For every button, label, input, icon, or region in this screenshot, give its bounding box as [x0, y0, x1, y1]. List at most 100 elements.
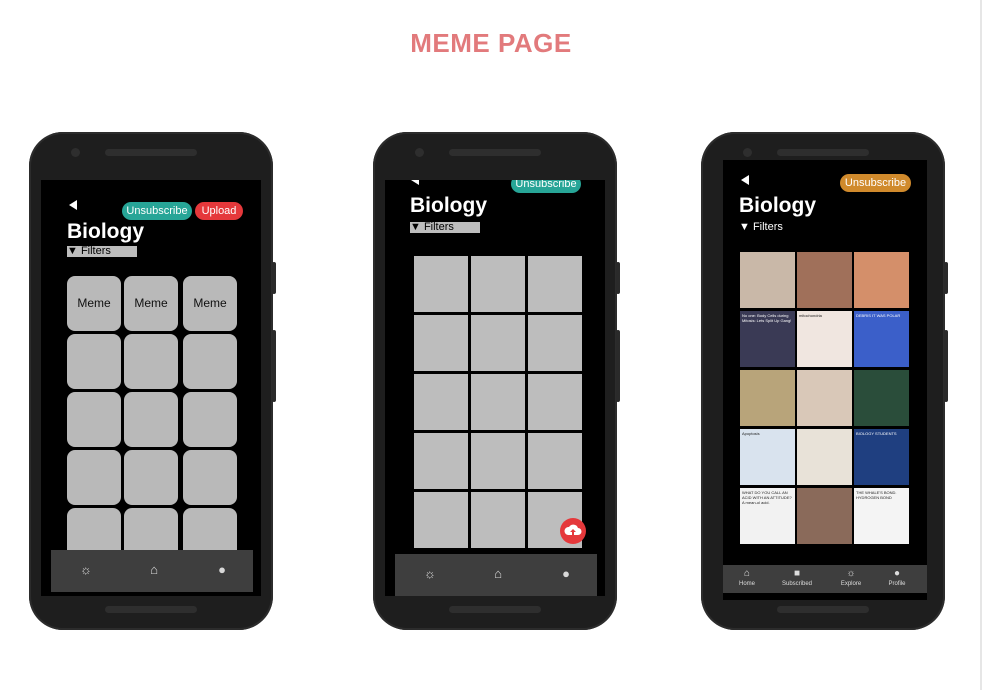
nav-home-label: Home: [738, 581, 755, 587]
meme-tile[interactable]: Meme: [67, 276, 121, 331]
phone-mockup-2: Unsubscribe Biology ▼ Filters ☼ ⌂ ●: [373, 132, 620, 630]
upload-button[interactable]: [560, 518, 586, 544]
filters-label: ▼ Filters: [739, 221, 783, 233]
filters-label: ▼ Filters: [67, 245, 111, 257]
speaker: [449, 606, 541, 613]
unsubscribe-button[interactable]: Unsubscribe: [840, 174, 911, 192]
phone-mockup-3: Unsubscribe Biology ▼ Filters No one: Bo…: [701, 132, 948, 630]
meme-caption: BIOLOGY STUDENTS: [856, 431, 897, 436]
meme-caption: Apoptosis: [742, 431, 760, 436]
meme-thumbnail[interactable]: DEBRIS IT WAS POLAR: [854, 311, 909, 367]
side-button: [616, 262, 620, 294]
side-button: [616, 330, 620, 402]
meme-tile[interactable]: [471, 492, 525, 548]
globe-icon[interactable]: ☼: [423, 567, 437, 581]
meme-thumbnail[interactable]: [797, 429, 852, 485]
speaker: [449, 149, 541, 156]
globe-icon[interactable]: ☼: [79, 563, 93, 577]
meme-tile[interactable]: [67, 334, 121, 389]
nav-profile[interactable]: ● Profile: [877, 568, 917, 588]
meme-caption: DEBRIS IT WAS POLAR: [856, 313, 901, 318]
meme-thumbnail[interactable]: [854, 370, 909, 426]
back-arrow-icon[interactable]: [69, 200, 77, 210]
filters-dropdown[interactable]: ▼ Filters: [739, 221, 783, 233]
meme-caption: THE WHALE'S BOND. HYDROGEN BOND: [856, 490, 897, 500]
meme-tile[interactable]: Meme: [183, 276, 237, 331]
meme-caption: mitochondria: [799, 313, 822, 318]
upload-cloud-icon: [564, 524, 582, 535]
meme-thumbnail[interactable]: [740, 252, 795, 308]
meme-tile[interactable]: [414, 256, 468, 312]
meme-tile[interactable]: [67, 392, 121, 447]
meme-tile[interactable]: [124, 334, 178, 389]
home-icon[interactable]: ⌂: [491, 567, 505, 581]
meme-tile[interactable]: Meme: [124, 276, 178, 331]
bottom-nav: ☼ ⌂ ●: [51, 550, 253, 592]
bottom-nav: ☼ ⌂ ●: [395, 554, 597, 596]
meme-thumbnail[interactable]: [797, 488, 852, 544]
meme-thumbnail[interactable]: No one: Body Cells during Mitosis: Lets …: [740, 311, 795, 367]
community-title: Biology: [739, 194, 816, 217]
speaker: [105, 606, 197, 613]
nav-home[interactable]: ⌂ Home: [727, 568, 767, 588]
meme-tile[interactable]: [528, 256, 582, 312]
meme-tile[interactable]: [471, 374, 525, 430]
meme-thumbnail[interactable]: Apoptosis: [740, 429, 795, 485]
camera: [743, 148, 752, 157]
home-icon[interactable]: ⌂: [147, 563, 161, 577]
meme-tile[interactable]: [414, 374, 468, 430]
filters-dropdown[interactable]: ▼ Filters: [67, 246, 137, 257]
meme-tile[interactable]: [124, 450, 178, 505]
meme-thumbnail[interactable]: mitochondria: [797, 311, 852, 367]
meme-thumbnail[interactable]: BIOLOGY STUDENTS: [854, 429, 909, 485]
unsubscribe-button[interactable]: Unsubscribe: [122, 202, 192, 220]
page-title: MEME PAGE: [410, 28, 572, 58]
user-icon[interactable]: ●: [559, 567, 573, 581]
community-title: Biology: [67, 220, 144, 243]
meme-tile[interactable]: [414, 492, 468, 548]
nav-explore[interactable]: ☼ Explore: [831, 568, 871, 588]
meme-tile[interactable]: [414, 433, 468, 489]
unsubscribe-button[interactable]: Unsubscribe: [511, 180, 581, 193]
meme-tile[interactable]: [183, 392, 237, 447]
side-button: [944, 262, 948, 294]
meme-thumbnail[interactable]: [854, 252, 909, 308]
screen-3: Unsubscribe Biology ▼ Filters No one: Bo…: [723, 160, 927, 600]
side-button: [272, 330, 276, 402]
nav-subscribed-label: Subscribed: [781, 581, 813, 587]
back-arrow-icon[interactable]: [741, 175, 749, 185]
meme-tile[interactable]: [67, 450, 121, 505]
meme-tile[interactable]: [528, 374, 582, 430]
meme-tile[interactable]: [528, 315, 582, 371]
speaker: [777, 149, 869, 156]
meme-tile[interactable]: [471, 433, 525, 489]
meme-thumbnail[interactable]: [797, 252, 852, 308]
side-button: [272, 262, 276, 294]
nav-subscribed[interactable]: ■ Subscribed: [777, 568, 817, 588]
meme-tile[interactable]: [528, 433, 582, 489]
filters-label: ▼ Filters: [410, 221, 454, 233]
meme-thumbnail[interactable]: [740, 370, 795, 426]
meme-tile[interactable]: [471, 315, 525, 371]
back-arrow-icon[interactable]: [411, 180, 419, 185]
user-icon: ●: [893, 568, 901, 579]
meme-caption: WHAT DO YOU CALL AN ACID WITH AN ATTITUD…: [742, 490, 792, 505]
meme-tile[interactable]: [183, 450, 237, 505]
meme-tile[interactable]: [414, 315, 468, 371]
meme-caption: No one: Body Cells during Mitosis: Lets …: [742, 313, 792, 323]
meme-tile[interactable]: [471, 256, 525, 312]
filters-dropdown[interactable]: ▼ Filters: [410, 222, 480, 233]
camera: [71, 148, 80, 157]
meme-tile[interactable]: [124, 392, 178, 447]
meme-thumbnail[interactable]: THE WHALE'S BOND. HYDROGEN BOND: [854, 488, 909, 544]
screen-2: Unsubscribe Biology ▼ Filters ☼ ⌂ ●: [385, 180, 605, 596]
meme-tile[interactable]: [183, 334, 237, 389]
nav-explore-label: Explore: [840, 581, 862, 587]
meme-thumbnail[interactable]: [797, 370, 852, 426]
user-icon[interactable]: ●: [215, 563, 229, 577]
meme-thumbnail[interactable]: WHAT DO YOU CALL AN ACID WITH AN ATTITUD…: [740, 488, 795, 544]
side-button: [944, 330, 948, 402]
upload-button[interactable]: Upload: [195, 202, 243, 220]
community-title: Biology: [410, 194, 487, 217]
nav-profile-label: Profile: [888, 581, 906, 587]
